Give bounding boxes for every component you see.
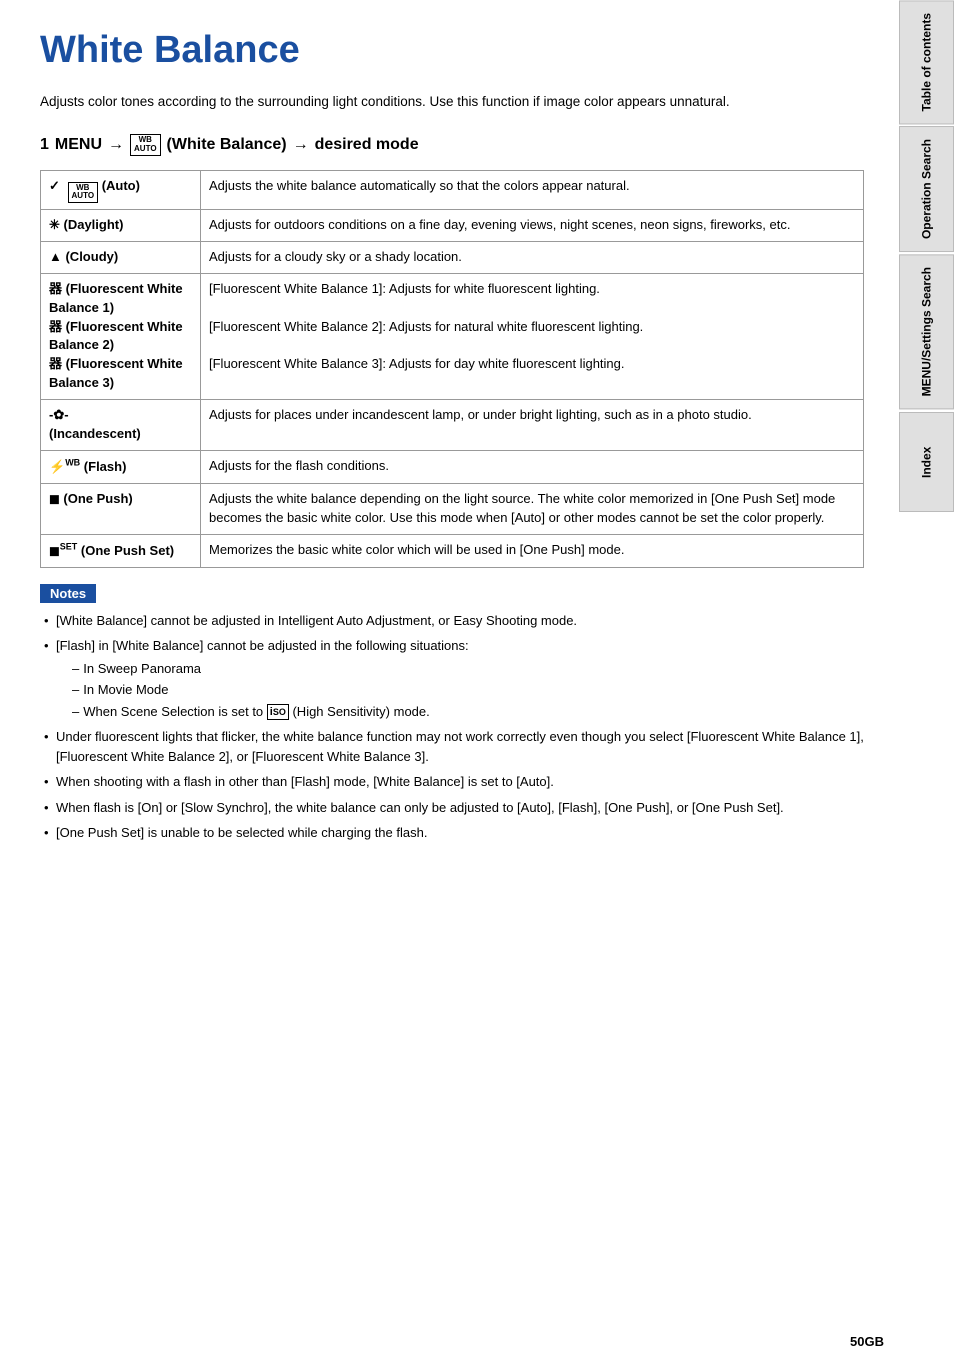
tab-operation-search[interactable]: Operation Search <box>899 126 954 252</box>
white-balance-table: ✓ WB AUTO (Auto) Adjusts the white balan… <box>40 170 864 568</box>
tab-table-of-contents[interactable]: Table of contents <box>899 0 954 124</box>
notes-list: [White Balance] cannot be adjusted in In… <box>40 611 864 843</box>
list-item: Under fluorescent lights that flicker, t… <box>40 727 864 766</box>
table-row: ✳ (Daylight) Adjusts for outdoors condit… <box>41 210 864 242</box>
table-cell-icon: ◼SET (One Push Set) <box>41 534 201 567</box>
table-cell-icon: ✓ WB AUTO (Auto) <box>41 170 201 210</box>
list-item: [White Balance] cannot be adjusted in In… <box>40 611 864 631</box>
list-item: When shooting with a flash in other than… <box>40 772 864 792</box>
arrow-icon: → <box>108 136 124 154</box>
menu-step: 1 <box>40 136 49 154</box>
wb-auto-icon: WB AUTO <box>130 134 161 156</box>
list-item: [Flash] in [White Balance] cannot be adj… <box>40 636 864 721</box>
cell-label: ⚡WB (Flash) <box>49 459 126 474</box>
tab-index[interactable]: Index <box>899 412 954 512</box>
list-item: When flash is [On] or [Slow Synchro], th… <box>40 798 864 818</box>
table-cell-description: Adjusts for a cloudy sky or a shady loca… <box>201 242 864 274</box>
cell-label-fluor3: 器 (Fluorescent White Balance 3) <box>49 356 183 390</box>
list-item: [One Push Set] is unable to be selected … <box>40 823 864 843</box>
table-cell-description: Adjusts for outdoors conditions on a fin… <box>201 210 864 242</box>
cell-label: ▲ (Cloudy) <box>49 249 118 264</box>
sidebar: Table of contents Operation Search MENU/… <box>899 0 954 1369</box>
menu-parens: (White Balance) <box>167 136 287 154</box>
list-item: When Scene Selection is set to iSO (High… <box>72 702 864 722</box>
cell-label: ✳ (Daylight) <box>49 217 123 232</box>
table-cell-description: Memorizes the basic white color which wi… <box>201 534 864 567</box>
table-row: ▲ (Cloudy) Adjusts for a cloudy sky or a… <box>41 242 864 274</box>
notes-section: Notes [White Balance] cannot be adjusted… <box>40 584 864 843</box>
table-cell-icon: ⚡WB (Flash) <box>41 450 201 483</box>
table-cell-description: Adjusts the white balance automatically … <box>201 170 864 210</box>
menu-end: desired mode <box>315 136 419 154</box>
table-cell-description: Adjusts for places under incandescent la… <box>201 399 864 450</box>
iso-icon: iSO <box>267 704 289 720</box>
cell-label: ◼ (One Push) <box>49 491 133 506</box>
page-title: White Balance <box>40 30 864 72</box>
list-item: In Movie Mode <box>72 680 864 700</box>
table-cell-icon: -✿-(Incandescent) <box>41 399 201 450</box>
cell-label: -✿-(Incandescent) <box>49 407 141 441</box>
cell-label-fluor1: 器 (Fluorescent White Balance 1) <box>49 281 183 315</box>
page-number: 50GB <box>850 1334 884 1349</box>
cell-label: (Auto) <box>102 178 140 193</box>
cell-label-fluor2: 器 (Fluorescent White Balance 2) <box>49 319 183 353</box>
arrow-icon-2: → <box>293 136 309 154</box>
checkmark-icon: ✓ <box>49 178 60 193</box>
sub-list: In Sweep Panorama In Movie Mode When Sce… <box>56 659 864 722</box>
table-row: -✿-(Incandescent) Adjusts for places und… <box>41 399 864 450</box>
table-cell-icon: ▲ (Cloudy) <box>41 242 201 274</box>
main-content: White Balance Adjusts color tones accord… <box>0 0 894 879</box>
table-cell-icon: ◼ (One Push) <box>41 483 201 534</box>
table-cell-description: Adjusts the white balance depending on t… <box>201 483 864 534</box>
table-row: ✓ WB AUTO (Auto) Adjusts the white balan… <box>41 170 864 210</box>
wb-auto-table-icon: WB AUTO <box>68 182 99 204</box>
menu-label: MENU <box>55 136 102 154</box>
table-row: ◼ (One Push) Adjusts the white balance d… <box>41 483 864 534</box>
tab-menu-settings-search[interactable]: MENU/Settings Search <box>899 254 954 409</box>
table-cell-description: [Fluorescent White Balance 1]: Adjusts f… <box>201 273 864 399</box>
cell-label: ◼SET (One Push Set) <box>49 543 174 558</box>
table-row: ◼SET (One Push Set) Memorizes the basic … <box>41 534 864 567</box>
menu-instruction: 1 MENU → WB AUTO (White Balance) → desir… <box>40 134 864 156</box>
table-row: 器 (Fluorescent White Balance 1) 器 (Fluor… <box>41 273 864 399</box>
table-cell-description: Adjusts for the flash conditions. <box>201 450 864 483</box>
table-row: ⚡WB (Flash) Adjusts for the flash condit… <box>41 450 864 483</box>
notes-label: Notes <box>40 584 96 603</box>
intro-paragraph: Adjusts color tones according to the sur… <box>40 92 864 112</box>
list-item: In Sweep Panorama <box>72 659 864 679</box>
table-cell-icon: 器 (Fluorescent White Balance 1) 器 (Fluor… <box>41 273 201 399</box>
table-cell-icon: ✳ (Daylight) <box>41 210 201 242</box>
